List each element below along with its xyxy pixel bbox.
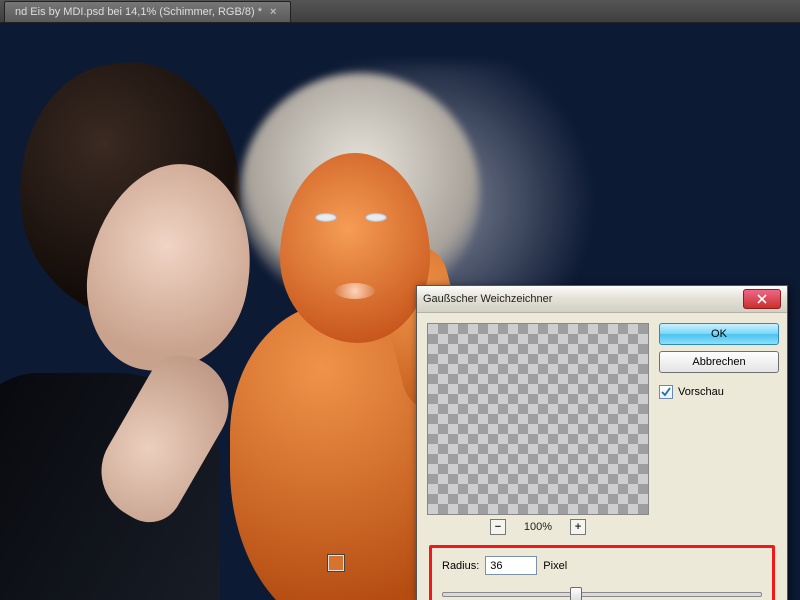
preview-checkbox[interactable] xyxy=(659,385,673,399)
dialog-title: Gaußscher Weichzeichner xyxy=(423,293,743,305)
radius-label: Radius: xyxy=(442,560,479,572)
radius-slider[interactable] xyxy=(442,585,762,600)
cancel-button[interactable]: Abbrechen xyxy=(659,351,779,373)
slider-track xyxy=(442,592,762,597)
minus-icon: − xyxy=(495,522,501,533)
zoom-in-button[interactable]: + xyxy=(570,519,586,535)
document-tab-label: nd Eis by MDI.psd bei 14,1% (Schimmer, R… xyxy=(15,6,262,18)
radius-parameter-highlight: Radius: Pixel xyxy=(429,545,775,600)
ok-button[interactable]: OK xyxy=(659,323,779,345)
checkmark-icon xyxy=(661,387,671,397)
radius-unit-label: Pixel xyxy=(543,560,567,572)
preview-zoom-controls: − 100% + xyxy=(427,519,649,535)
preview-checkbox-label: Vorschau xyxy=(678,386,724,398)
filter-preview[interactable] xyxy=(427,323,649,515)
zoom-percent-label: 100% xyxy=(524,521,552,533)
zoom-out-button[interactable]: − xyxy=(490,519,506,535)
dialog-titlebar[interactable]: Gaußscher Weichzeichner xyxy=(417,286,787,313)
plus-icon: + xyxy=(575,522,581,533)
slider-thumb[interactable] xyxy=(570,587,582,600)
dialog-close-button[interactable] xyxy=(743,289,781,309)
close-tab-icon[interactable]: × xyxy=(270,6,276,18)
document-tab-bar: nd Eis by MDI.psd bei 14,1% (Schimmer, R… xyxy=(0,0,800,23)
radius-input[interactable] xyxy=(485,556,537,575)
document-tab[interactable]: nd Eis by MDI.psd bei 14,1% (Schimmer, R… xyxy=(4,1,291,22)
workspace: Gaußscher Weichzeichner − 100% + xyxy=(0,23,800,600)
close-icon xyxy=(757,294,767,304)
gaussian-blur-dialog: Gaußscher Weichzeichner − 100% + xyxy=(416,285,788,600)
sample-color-swatch[interactable] xyxy=(328,555,344,571)
